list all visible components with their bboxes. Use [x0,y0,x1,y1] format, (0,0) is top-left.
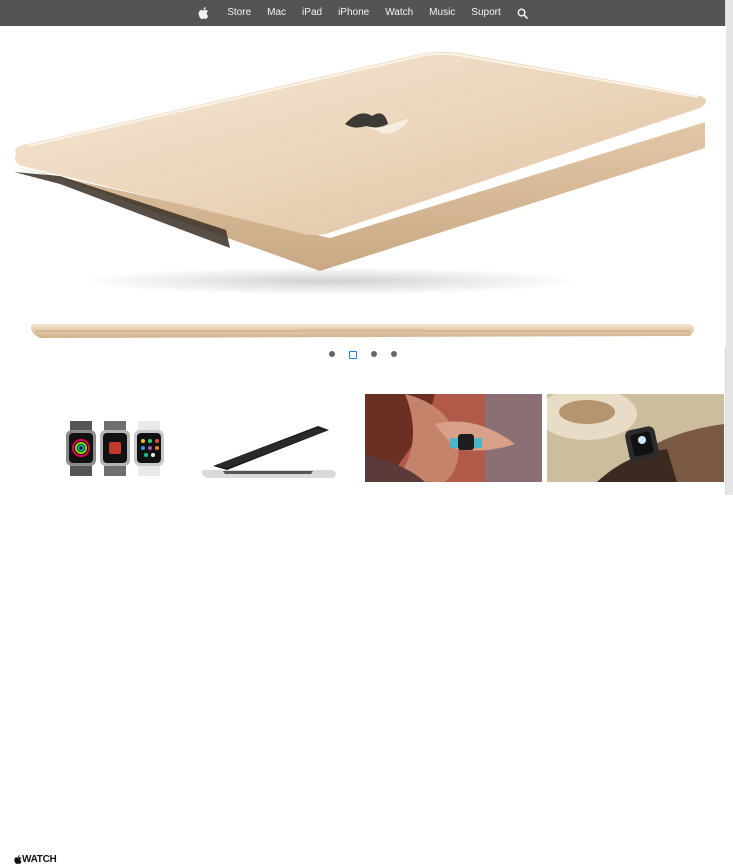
macbook-pro-image [201,426,336,478]
hero-slideshow [0,26,726,346]
apple-watch-tile[interactable] [0,394,180,482]
search-icon[interactable] [517,8,528,19]
woman-wearing-watch-image [365,394,542,482]
apple-logo-icon [14,855,22,864]
slide-dot-3[interactable] [371,351,377,357]
nav-watch-link[interactable]: Watch [385,0,413,26]
apple-watch-lineup-image [66,421,164,476]
nav-ipad-link[interactable]: iPad [302,0,322,26]
macbook-hero-image [12,51,707,338]
watch-lifestyle-tile[interactable] [365,394,542,482]
nav-iphone-link[interactable]: iPhone [338,0,369,26]
slide-dot-2[interactable] [349,351,357,359]
macbook-pro-tile[interactable] [183,394,363,482]
nav-store-link[interactable]: Store [227,0,251,26]
watch-brand-label: WATCH [22,854,57,865]
apple-logo-icon[interactable] [198,7,209,19]
slideshow-pager [0,351,726,359]
slide-dot-4[interactable] [391,351,397,357]
slide-dot-1[interactable] [329,351,335,357]
nav-inner: Store Mac iPad iPhone Watch Music Suport [198,0,528,26]
apple-watch-brand: WATCH [14,854,57,865]
watch-coffee-tile[interactable] [547,394,724,482]
watch-on-wrist-image [547,394,724,482]
page-scrollbar[interactable] [725,0,733,495]
nav-mac-link[interactable]: Mac [267,0,286,26]
promo-tiles: WATCH [0,394,726,865]
nav-support-link[interactable]: Suport [471,0,500,26]
nav-music-link[interactable]: Music [429,0,455,26]
global-nav: Store Mac iPad iPhone Watch Music Suport [0,0,726,26]
